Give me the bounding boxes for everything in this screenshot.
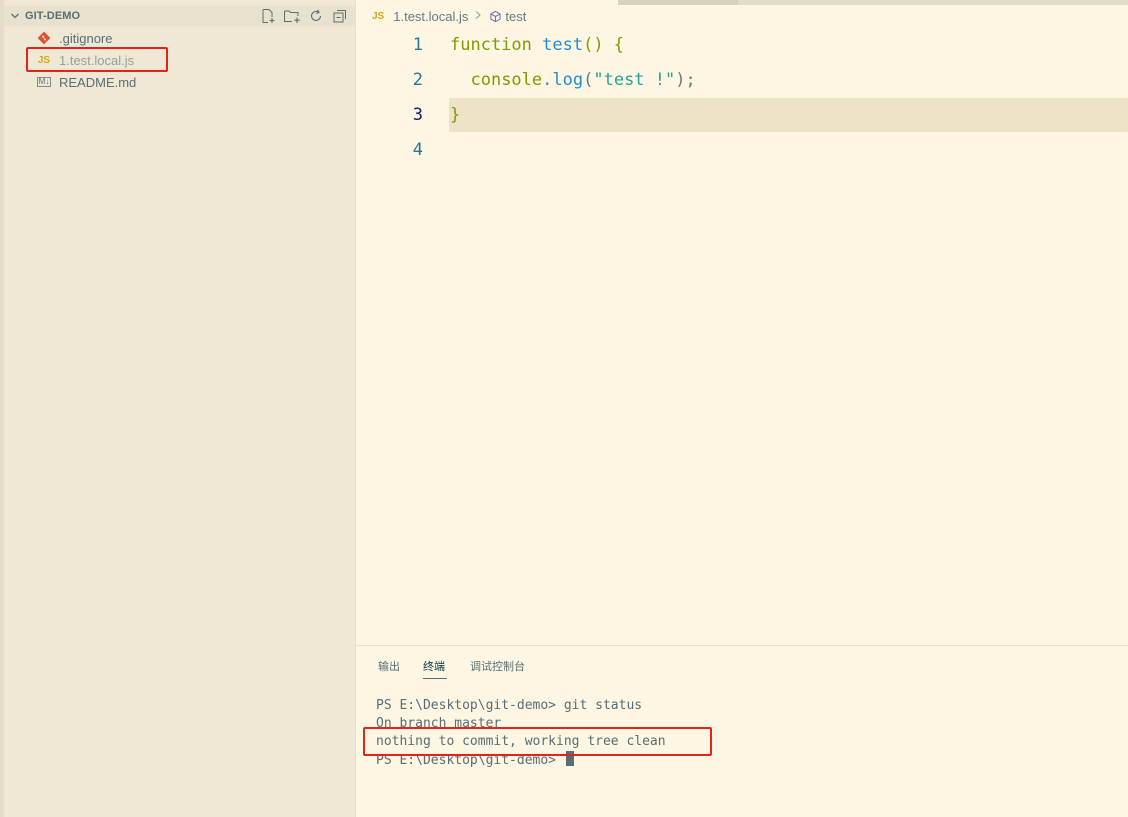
refresh-icon[interactable] xyxy=(306,7,326,25)
line-number: 3 xyxy=(412,105,423,125)
explorer-actions xyxy=(258,7,350,25)
code-line-1[interactable]: 1 function test() { xyxy=(356,28,1128,63)
tab-output[interactable]: 输出 xyxy=(378,658,400,674)
new-file-icon[interactable] xyxy=(258,7,278,25)
chevron-right-icon xyxy=(474,10,482,23)
git-icon xyxy=(36,30,52,46)
line-number: 2 xyxy=(412,70,423,90)
code-line-2[interactable]: 2 console.log("test !"); xyxy=(356,63,1128,98)
red-annotation-box xyxy=(363,727,712,756)
scroll-indicator xyxy=(618,0,738,5)
markdown-icon: M↓ xyxy=(36,77,52,87)
explorer-folder-header[interactable]: GIT-DEMO xyxy=(4,6,356,26)
vscode-window: GIT-DEMO .gitignore JS 1.test.local.js M… xyxy=(0,0,1128,817)
code-line-4[interactable]: 4 xyxy=(356,133,1128,168)
line-code[interactable]: console.log("test !"); xyxy=(450,63,695,98)
file-label: .gitignore xyxy=(59,30,113,46)
active-tab-indicator xyxy=(423,678,447,679)
terminal-line: PS E:\Desktop\git-demo> git status xyxy=(376,698,643,713)
symbol-method-icon xyxy=(488,9,502,23)
new-folder-icon[interactable] xyxy=(282,7,302,25)
breadcrumb-symbol[interactable]: test xyxy=(505,9,526,24)
file-item-gitignore[interactable]: .gitignore xyxy=(4,27,356,49)
line-code[interactable]: function test() { xyxy=(450,28,624,63)
tab-terminal[interactable]: 终端 xyxy=(423,658,445,674)
bottom-panel: 输出 终端 调试控制台 PS E:\Desktop\git-demo> git … xyxy=(356,645,1128,817)
line-code[interactable]: } xyxy=(450,98,460,133)
breadcrumb: JS 1.test.local.js test xyxy=(372,7,526,25)
explorer-sidebar: GIT-DEMO .gitignore JS 1.test.local.js M… xyxy=(0,0,356,817)
breadcrumb-file[interactable]: 1.test.local.js xyxy=(393,9,468,24)
tab-debug-console[interactable]: 调试控制台 xyxy=(470,658,525,674)
chevron-down-icon[interactable] xyxy=(8,11,22,21)
collapse-all-icon[interactable] xyxy=(330,7,350,25)
code-editor[interactable]: 1 function test() { 2 console.log("test … xyxy=(356,28,1128,645)
js-icon: JS xyxy=(372,10,385,22)
line-number: 1 xyxy=(412,35,423,55)
explorer-folder-title: GIT-DEMO xyxy=(25,10,81,22)
red-annotation-box xyxy=(26,47,168,72)
file-label: README.md xyxy=(59,74,137,90)
line-number: 4 xyxy=(412,140,423,160)
activity-edge xyxy=(0,0,4,817)
file-item-readme[interactable]: M↓ README.md xyxy=(4,71,356,93)
code-line-3[interactable]: 3 } xyxy=(356,98,1128,133)
